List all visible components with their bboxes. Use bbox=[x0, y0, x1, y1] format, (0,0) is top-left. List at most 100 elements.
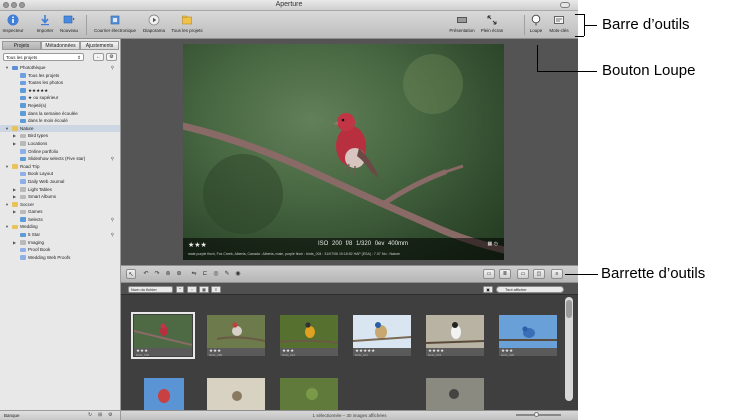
thumbnail-partial-gray[interactable] bbox=[426, 378, 484, 410]
presentation-button[interactable]: Présentation bbox=[447, 14, 477, 33]
thumbnail-birds_011[interactable]: ★★★★★ birds_011 bbox=[353, 315, 411, 357]
loupe-button[interactable]: Loupe bbox=[527, 14, 545, 33]
extract-icon[interactable]: ⊚ bbox=[163, 269, 173, 279]
thumbnail-size-slider[interactable] bbox=[516, 412, 561, 417]
disclosure-closed-icon[interactable]: ▶ bbox=[13, 239, 16, 247]
smart-settings-icon[interactable]: ⚲ bbox=[111, 231, 114, 239]
filter-search-field[interactable]: Tout afficher bbox=[496, 286, 564, 293]
fullscreen-button[interactable]: Plein écran bbox=[479, 14, 505, 33]
thumbnail-partial-green[interactable] bbox=[280, 378, 338, 410]
tab-adjustments[interactable]: Ajustements bbox=[80, 41, 119, 50]
retouch-brush-icon[interactable]: ✎ bbox=[222, 269, 232, 279]
sort-select[interactable]: Nom du fichier bbox=[128, 286, 173, 293]
tree-item[interactable]: ▼ Photothèque ⚲ bbox=[0, 64, 120, 72]
disclosure-closed-icon[interactable]: ▶ bbox=[13, 140, 16, 148]
tree-item[interactable]: ▶ Imaging bbox=[0, 239, 120, 247]
tree-item[interactable]: Slideshow selects (Five star) ⚲ bbox=[0, 155, 120, 163]
back-button[interactable]: ← bbox=[93, 53, 104, 61]
title-bar[interactable]: Aperture bbox=[0, 0, 578, 11]
tree-item[interactable]: ▶ Smart Albums bbox=[0, 193, 120, 201]
stack-view-icon[interactable]: ≣ bbox=[499, 269, 511, 279]
tree-item[interactable]: Rejeté(s) bbox=[0, 102, 120, 110]
tree-item[interactable]: Selects ⚲ bbox=[0, 216, 120, 224]
import-button[interactable]: Importer bbox=[34, 14, 56, 33]
spot-patch-icon[interactable]: ◎ bbox=[211, 269, 221, 279]
add-vault-icon[interactable]: ⊞ bbox=[98, 411, 102, 420]
tree-item[interactable]: ▶ Games bbox=[0, 208, 120, 216]
crop-icon[interactable]: ⊏ bbox=[200, 269, 210, 279]
slider-knob[interactable] bbox=[534, 412, 539, 417]
tab-metadata[interactable]: Métadonnées bbox=[41, 41, 80, 50]
filmstrip-view-button[interactable]: ▫ bbox=[187, 286, 197, 293]
tree-item[interactable]: ▼ Wedding bbox=[0, 223, 120, 231]
thumbnail-partial-blue-bird[interactable] bbox=[144, 378, 184, 410]
tab-projects[interactable]: Projets bbox=[2, 41, 41, 50]
viewer-mode-icon[interactable]: ▭ bbox=[517, 269, 529, 279]
disclosure-open-icon[interactable]: ▼ bbox=[5, 223, 9, 231]
tree-item[interactable]: ★★★★★ bbox=[0, 87, 120, 95]
tree-item[interactable]: Proof Book bbox=[0, 246, 120, 254]
scrollbar-knob[interactable] bbox=[566, 300, 572, 318]
tree-item[interactable]: ▶ Bird types bbox=[0, 132, 120, 140]
multi-viewer-icon[interactable]: ◫ bbox=[533, 269, 545, 279]
tree-item[interactable]: dans le mois écoulé bbox=[0, 117, 120, 125]
tree-item[interactable]: ★ ou supérieur bbox=[0, 94, 120, 102]
rotate-left-icon[interactable]: ↶ bbox=[141, 269, 151, 279]
action-menu-button[interactable]: ⚙ bbox=[106, 53, 117, 61]
thumbnail-partial-light[interactable] bbox=[207, 378, 265, 410]
tree-item[interactable]: dans la semaine écoulée bbox=[0, 110, 120, 118]
keywords-button[interactable]: Mots-clés bbox=[547, 14, 571, 33]
grid-view-button[interactable]: ▦ bbox=[199, 286, 209, 293]
disclosure-open-icon[interactable]: ▼ bbox=[5, 64, 9, 72]
thumbnail-birds_004[interactable]: ★★★ birds_004 bbox=[131, 312, 195, 359]
all-projects-button[interactable]: Tous les projets bbox=[169, 14, 205, 33]
rotate-right-icon[interactable]: ↷ bbox=[152, 269, 162, 279]
tree-item[interactable]: ▶ Light Tables bbox=[0, 186, 120, 194]
slideshow-button[interactable]: Diaporama bbox=[141, 14, 167, 33]
tree-item[interactable]: ▶ Locations bbox=[0, 140, 120, 148]
tree-item[interactable]: Wedding Web Proofs bbox=[0, 254, 120, 262]
tree-item[interactable]: ▼ Soccer bbox=[0, 201, 120, 209]
primary-only-icon[interactable]: ▭ bbox=[483, 269, 495, 279]
tree-item[interactable]: Toutes les photos bbox=[0, 79, 120, 87]
tree-item[interactable]: ▼ Road Trip bbox=[0, 163, 120, 171]
disclosure-open-icon[interactable]: ▼ bbox=[5, 201, 9, 209]
thumbnail-birds_020[interactable]: ★★★ birds_020 bbox=[499, 315, 557, 357]
query-hud-button[interactable]: ▣ bbox=[483, 286, 493, 293]
tree-item[interactable]: Book Layout bbox=[0, 170, 120, 178]
list-view-icon[interactable]: ≡ bbox=[551, 269, 563, 279]
selection-tool-icon[interactable]: ↖ bbox=[126, 269, 136, 279]
disclosure-open-icon[interactable]: ▼ bbox=[5, 125, 9, 133]
disclosure-closed-icon[interactable]: ▶ bbox=[13, 186, 16, 194]
new-button[interactable]: Nouveau bbox=[58, 14, 80, 33]
project-filter-select[interactable]: Tous les projets ⇕ bbox=[3, 53, 84, 61]
red-eye-icon[interactable]: ◉ bbox=[233, 269, 243, 279]
sync-icon[interactable]: ↻ bbox=[88, 411, 92, 420]
tree-item[interactable]: 5 Star ⚲ bbox=[0, 231, 120, 239]
smart-settings-icon[interactable]: ⚲ bbox=[111, 64, 114, 72]
rating-stars[interactable]: ★★★ bbox=[188, 241, 207, 249]
tree-item[interactable]: Daily Web Journal bbox=[0, 178, 120, 186]
tree-item[interactable]: Tous les projets bbox=[0, 72, 120, 80]
inspector-button[interactable]: Inspecteur bbox=[2, 14, 24, 33]
sort-direction-button[interactable]: ⌃ bbox=[176, 286, 184, 293]
tree-item[interactable]: Online portfolio bbox=[0, 148, 120, 156]
toolbar-toggle-icon[interactable] bbox=[560, 2, 570, 8]
thumbnail-birds_099[interactable]: ★★★ birds_099 bbox=[207, 315, 265, 357]
vault-gear-icon[interactable]: ⚙ bbox=[108, 411, 112, 420]
list-view-button[interactable]: ≡ bbox=[211, 286, 221, 293]
disclosure-open-icon[interactable]: ▼ bbox=[5, 163, 9, 171]
main-photo[interactable]: ★★★ ISO 200 f/8 1/320 0ev 400mm male pur… bbox=[183, 44, 504, 260]
straighten-icon[interactable]: ⇋ bbox=[189, 269, 199, 279]
thumbnail-birds_019[interactable]: ★★★★ birds_019 bbox=[426, 315, 484, 357]
email-button[interactable]: Courrier électronique bbox=[91, 14, 139, 33]
disclosure-closed-icon[interactable]: ▶ bbox=[13, 208, 16, 216]
lift-stamp-icon[interactable]: ⊛ bbox=[174, 269, 184, 279]
disclosure-closed-icon[interactable]: ▶ bbox=[13, 193, 16, 201]
tree-item[interactable]: ▼ Nature bbox=[0, 124, 120, 133]
smart-settings-icon[interactable]: ⚲ bbox=[111, 155, 114, 163]
disclosure-closed-icon[interactable]: ▶ bbox=[13, 132, 16, 140]
thumbnail-birds_012[interactable]: ★★★ birds_012 bbox=[280, 315, 338, 357]
browser-scrollbar[interactable] bbox=[565, 297, 573, 401]
smart-settings-icon[interactable]: ⚲ bbox=[111, 216, 114, 224]
